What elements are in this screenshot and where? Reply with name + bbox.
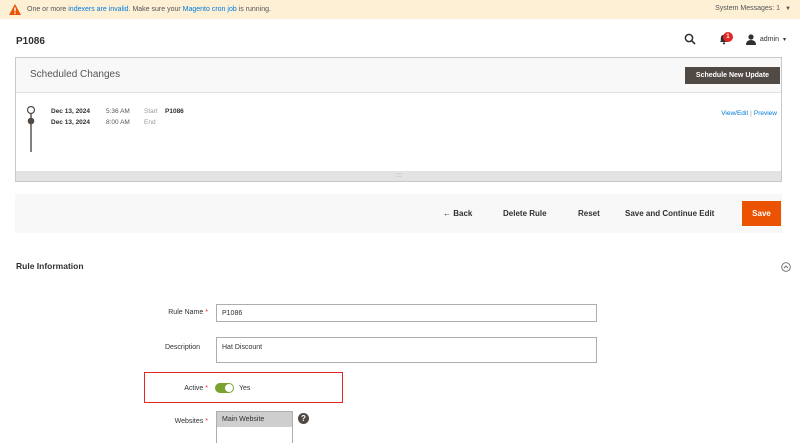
- active-label-text: Active: [184, 385, 204, 392]
- rule-information-title[interactable]: Rule Information: [16, 261, 84, 271]
- system-message-text: One or more indexers are invalid. Make s…: [27, 6, 271, 13]
- page-title: P1086: [16, 36, 45, 47]
- scheduled-changes-title: Scheduled Changes: [30, 69, 121, 80]
- system-messages-dropdown[interactable]: System Messages: 1 ▼: [715, 5, 791, 12]
- description-label: Description: [164, 344, 200, 351]
- indexers-link[interactable]: indexers are invalid: [68, 6, 128, 13]
- delete-rule-button[interactable]: Delete Rule: [503, 209, 547, 218]
- description-textarea[interactable]: Hat Discount: [216, 337, 597, 363]
- description-text: Hat Discount: [222, 344, 263, 351]
- rule-name-label-text: Rule Name: [168, 309, 204, 316]
- entry-kind: Start: [144, 108, 158, 115]
- scheduled-changes-header: Scheduled Changes Schedule New Update: [16, 58, 781, 93]
- message-prefix: One or more: [27, 6, 69, 13]
- required-marker: *: [205, 385, 208, 392]
- websites-multiselect[interactable]: Main Website: [216, 411, 293, 443]
- panel-resize-handle[interactable]: ::::: [16, 171, 781, 181]
- system-messages-label: System Messages: 1: [715, 5, 781, 12]
- timeline-icon: [26, 106, 36, 152]
- entry-name: P1086: [165, 108, 184, 115]
- back-button[interactable]: ← Back: [443, 209, 472, 218]
- view-edit-link[interactable]: View/Edit: [721, 110, 748, 117]
- user-icon[interactable]: [745, 33, 756, 45]
- help-icon[interactable]: ?: [298, 413, 309, 424]
- active-toggle-label: Yes: [239, 385, 251, 392]
- websites-label: Websites *: [120, 418, 208, 425]
- website-option[interactable]: Main Website: [217, 412, 292, 427]
- entry-time: 5:36 AM: [106, 108, 130, 115]
- save-and-continue-button[interactable]: Save and Continue Edit: [625, 209, 714, 218]
- notifications-button[interactable]: 1: [718, 32, 733, 45]
- notifications-badge: 1: [722, 32, 733, 42]
- chevron-down-icon: ▼: [785, 6, 791, 12]
- cron-job-link[interactable]: Magento cron job: [183, 6, 237, 13]
- page-actions-toolbar: ← Back Delete Rule Reset Save and Contin…: [15, 194, 782, 233]
- schedule-entry-links: View/Edit | Preview: [721, 110, 777, 117]
- websites-label-text: Websites: [174, 418, 204, 425]
- entry-time: 8:00 AM: [106, 119, 130, 126]
- system-message-bar: One or more indexers are invalid. Make s…: [0, 0, 800, 19]
- collapse-icon[interactable]: [781, 262, 791, 272]
- reset-button[interactable]: Reset: [578, 209, 600, 218]
- admin-user-menu[interactable]: admin: [760, 36, 779, 43]
- warning-icon: [9, 4, 21, 15]
- scheduled-changes-panel: Scheduled Changes Schedule New Update De…: [15, 57, 782, 182]
- header-actions: 1 admin ▾: [684, 32, 786, 45]
- message-suffix: is running.: [236, 6, 271, 13]
- schedule-entry-start: Dec 13, 2024 5:36 AM Start P1086: [51, 108, 184, 115]
- schedule-new-update-button[interactable]: Schedule New Update: [685, 67, 780, 84]
- required-marker: *: [205, 309, 208, 316]
- entry-date: Dec 13, 2024: [51, 119, 91, 126]
- schedule-entry-end: Dec 13, 2024 8:00 AM End: [51, 119, 165, 126]
- entry-date: Dec 13, 2024: [51, 108, 91, 115]
- active-label: Active *: [120, 385, 208, 392]
- toggle-knob: [225, 384, 233, 392]
- save-button[interactable]: Save: [742, 201, 781, 226]
- rule-name-label: Rule Name *: [120, 309, 208, 316]
- active-toggle[interactable]: [215, 383, 234, 393]
- rule-name-input[interactable]: P1086: [216, 304, 597, 322]
- chevron-down-icon[interactable]: ▾: [783, 36, 786, 43]
- preview-link[interactable]: Preview: [754, 110, 777, 117]
- message-middle: . Make sure your: [128, 6, 183, 13]
- required-marker: *: [205, 418, 208, 425]
- search-icon[interactable]: [684, 33, 696, 45]
- link-separator: |: [750, 110, 752, 117]
- entry-kind: End: [144, 119, 156, 126]
